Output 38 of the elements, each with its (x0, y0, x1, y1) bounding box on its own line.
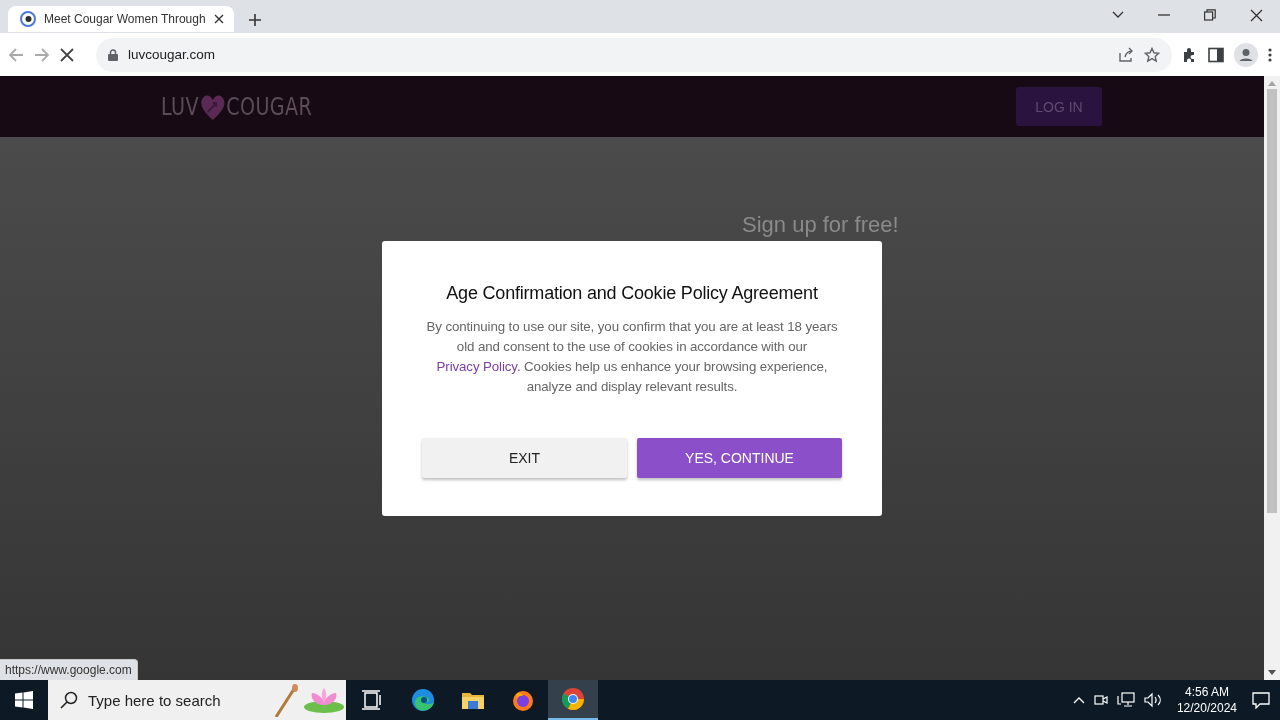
share-icon[interactable] (1118, 46, 1134, 63)
network-icon[interactable] (1116, 692, 1135, 708)
signup-heading: Sign up for free! (742, 212, 899, 238)
tab-search-icon[interactable] (1112, 11, 1124, 19)
modal-title: Age Confirmation and Cookie Policy Agreement (445, 283, 819, 304)
browser-tab[interactable]: Meet Cougar Women Through (8, 6, 234, 32)
scrollbar[interactable] (1264, 76, 1280, 680)
close-icon[interactable] (1250, 8, 1263, 22)
taskbar-search-field[interactable]: Type here to search (48, 680, 346, 720)
chevron-up-icon[interactable] (1072, 696, 1085, 704)
notifications-icon[interactable] (1252, 691, 1270, 709)
tab-close-icon[interactable] (214, 14, 224, 24)
restore-icon[interactable] (1204, 9, 1216, 21)
firefox-icon (511, 688, 535, 712)
side-panel-icon[interactable] (1208, 46, 1224, 63)
windows-icon[interactable] (15, 691, 33, 709)
taskbar-app[interactable] (548, 680, 598, 720)
stop-icon[interactable] (60, 47, 74, 62)
edge-icon (411, 688, 435, 712)
privacy-policy-link[interactable]: Privacy Policy (436, 359, 517, 374)
url-text: luvcougar.com (128, 47, 216, 62)
continue-button[interactable]: YES, CONTINUE (637, 438, 842, 478)
lock-icon (108, 48, 118, 61)
star-icon[interactable] (1144, 46, 1160, 63)
menu-icon[interactable] (1268, 46, 1272, 63)
profile-icon[interactable] (1234, 42, 1258, 67)
search-icon (60, 691, 78, 709)
status-url: https://www.google.com (0, 659, 138, 680)
modal-message: By continuing to use our site, you confirm that you are at least 18 years old and consent to the use of cookies in accordance with our Privacy Policy. Cookies help us enhance your browsing experience, analyze and display relevant results. (425, 318, 839, 396)
site-favicon (20, 11, 36, 27)
clock[interactable]: 4:56 AM 12/20/2024 (1176, 684, 1237, 716)
address-bar[interactable]: luvcougar.com (96, 37, 1172, 72)
volume-icon[interactable] (1143, 692, 1162, 708)
new-tab-icon[interactable] (248, 13, 262, 27)
chrome-icon (561, 687, 585, 711)
camera-icon[interactable] (1093, 692, 1108, 708)
scroll-down-icon[interactable] (1268, 670, 1276, 675)
exit-button[interactable]: EXIT (422, 438, 627, 478)
